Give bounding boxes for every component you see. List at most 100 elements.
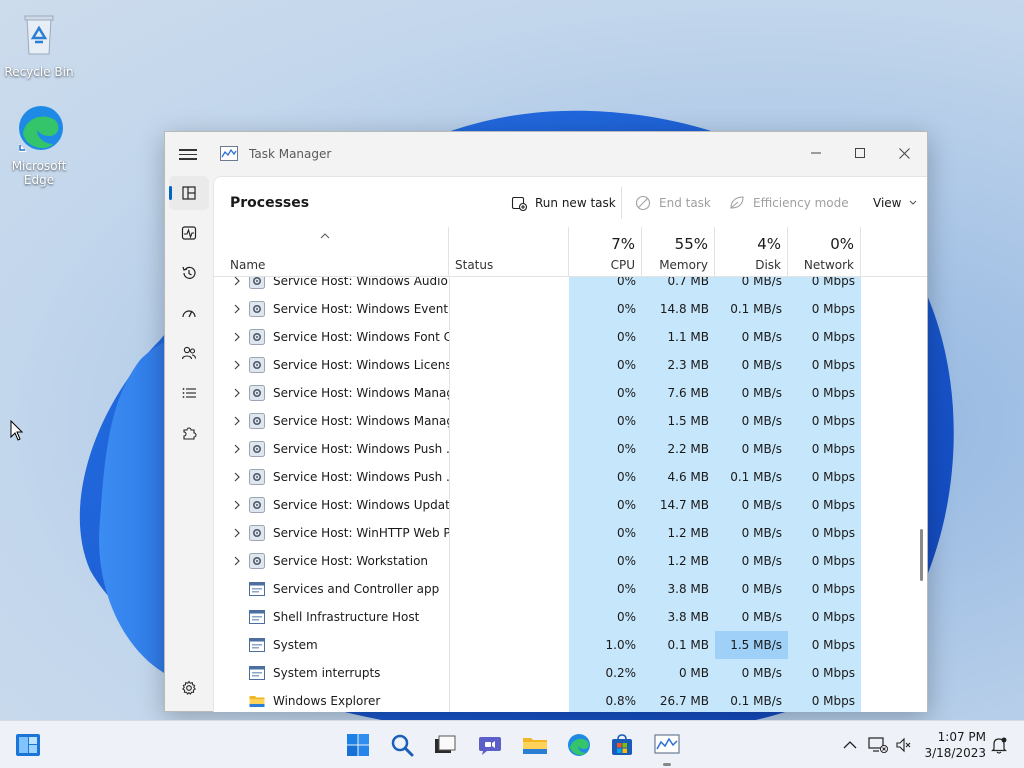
process-row[interactable]: Service Host: Windows Push ... 0% 4.6 MB 0.… (214, 463, 927, 491)
column-header-cpu[interactable]: 7% CPU (569, 227, 642, 277)
chevron-right-icon[interactable] (232, 304, 242, 314)
process-memory-value: 2.2 MB (642, 435, 715, 463)
title-bar[interactable]: Task Manager (165, 132, 927, 176)
chevron-right-icon[interactable] (232, 500, 242, 510)
edge-icon (19, 106, 63, 152)
process-row[interactable]: Service Host: Windows Update 0% 14.7 MB 0 M… (214, 491, 927, 519)
volume-button[interactable] (890, 731, 918, 759)
process-row[interactable]: Service Host: Windows Font C... 0% 1.1 MB 0… (214, 323, 927, 351)
memory-total-percent: 55% (674, 235, 708, 253)
task-view-button[interactable] (430, 731, 458, 759)
process-name: Shell Infrastructure Host (273, 610, 420, 624)
process-memory-value: 14.8 MB (642, 295, 715, 323)
performance-icon (181, 226, 197, 240)
nav-users[interactable] (169, 336, 209, 370)
vertical-scrollbar[interactable] (920, 529, 923, 581)
startup-gauge-icon (182, 310, 196, 318)
service-gear-icon (249, 553, 265, 569)
process-row[interactable]: Service Host: Windows Event ... 0% 14.8 MB… (214, 295, 927, 323)
hamburger-menu-icon[interactable] (179, 146, 197, 162)
column-header-memory[interactable]: 55% Memory (642, 227, 715, 277)
widgets-button[interactable] (14, 731, 42, 759)
nav-settings[interactable] (169, 671, 209, 705)
process-name: System interrupts (273, 666, 381, 680)
maximize-button[interactable] (837, 138, 883, 168)
run-new-task-button[interactable]: Run new task (511, 193, 616, 213)
nav-performance[interactable] (169, 216, 209, 250)
chat-button[interactable] (476, 731, 504, 759)
chevron-right-icon[interactable] (232, 360, 242, 370)
edge-button[interactable] (565, 731, 593, 759)
process-row[interactable]: System interrupts 0.2% 0 MB 0 MB/s 0 Mbps (214, 659, 927, 687)
chevron-right-icon[interactable] (232, 556, 242, 566)
show-hidden-icons-button[interactable] (836, 731, 864, 759)
nav-app-history[interactable] (169, 256, 209, 290)
process-row[interactable]: Service Host: Windows Manag... 0% 1.5 MB 0 … (214, 407, 927, 435)
app-window-icon (249, 666, 265, 680)
minimize-button[interactable] (793, 138, 839, 168)
column-header-disk[interactable]: 4% Disk (715, 227, 788, 277)
chevron-right-icon[interactable] (232, 332, 242, 342)
desktop-icon-recycle-bin[interactable]: Recycle Bin (1, 10, 77, 79)
process-memory-value: 1.5 MB (642, 407, 715, 435)
process-network-value: 0 Mbps (788, 463, 861, 491)
process-memory-value: 14.7 MB (642, 491, 715, 519)
close-button[interactable] (881, 138, 927, 168)
process-name: Service Host: Windows Font C... (273, 330, 449, 344)
desktop-icon-label: Recycle Bin (4, 65, 74, 79)
process-disk-value: 0 MB/s (715, 351, 788, 379)
process-cpu-value: 0% (569, 351, 642, 379)
process-disk-value: 0.1 MB/s (715, 463, 788, 491)
search-button[interactable] (388, 731, 416, 759)
process-disk-value: 0 MB/s (715, 519, 788, 547)
view-button[interactable]: View (873, 193, 917, 213)
service-gear-icon (249, 357, 265, 373)
app-window-icon (249, 638, 265, 652)
end-task-button[interactable]: End task (635, 193, 711, 213)
chevron-right-icon[interactable] (232, 472, 242, 482)
system-clock[interactable]: 1:07 PM 3/18/2023 (920, 729, 986, 761)
file-explorer-button[interactable] (521, 731, 549, 759)
process-row[interactable]: Service Host: Windows Manag... 0% 7.6 MB 0 … (214, 379, 927, 407)
nav-startup-apps[interactable] (169, 296, 209, 330)
desktop-icon-label: Microsoft Edge (11, 159, 67, 187)
process-cpu-value: 0% (569, 575, 642, 603)
process-row[interactable]: System 1.0% 0.1 MB 1.5 MB/s 0 Mbps (214, 631, 927, 659)
column-header-network[interactable]: 0% Network (788, 227, 861, 277)
chevron-right-icon[interactable] (232, 528, 242, 538)
volume-muted-icon (896, 737, 911, 753)
task-manager-app-icon (654, 734, 680, 754)
cpu-total-percent: 7% (611, 235, 635, 253)
process-row[interactable]: Windows Explorer 0.8% 26.7 MB 0.1 MB/s 0 Mbp… (214, 687, 927, 712)
chevron-right-icon[interactable] (232, 444, 242, 454)
process-disk-value: 0.1 MB/s (715, 295, 788, 323)
notification-button[interactable] (985, 731, 1013, 759)
process-row[interactable]: Service Host: WinHTTP Web P... 0% 1.2 MB 0 … (214, 519, 927, 547)
task-manager-taskbar-button[interactable] (653, 731, 681, 759)
nav-services[interactable] (169, 416, 209, 450)
network-button[interactable] (864, 731, 892, 759)
nav-details[interactable] (169, 376, 209, 410)
start-button[interactable] (344, 731, 372, 759)
process-row[interactable]: Services and Controller app 0% 3.8 MB 0 MB/… (214, 575, 927, 603)
store-button[interactable] (608, 731, 636, 759)
process-row[interactable]: Service Host: Windows Audio ... 0% 0.7 MB 0… (214, 277, 927, 295)
process-row[interactable]: Service Host: Windows Push ... 0% 2.2 MB 0 … (214, 435, 927, 463)
process-row[interactable]: Service Host: Windows Licens... 0% 2.3 MB 0… (214, 351, 927, 379)
chevron-right-icon[interactable] (232, 416, 242, 426)
chevron-right-icon[interactable] (232, 277, 242, 286)
process-row[interactable]: Service Host: Workstation 0% 1.2 MB 0 MB/s 0… (214, 547, 927, 575)
process-memory-value: 0.1 MB (642, 631, 715, 659)
process-row[interactable]: Shell Infrastructure Host 0% 3.8 MB 0 MB/s 0… (214, 603, 927, 631)
nav-processes[interactable] (169, 176, 209, 210)
process-name: Services and Controller app (273, 582, 440, 596)
efficiency-mode-button[interactable]: Efficiency mode (729, 193, 849, 213)
desktop-icon-microsoft-edge[interactable]: Microsoft Edge (1, 104, 77, 187)
process-disk-value: 0.1 MB/s (715, 687, 788, 712)
column-header-status[interactable]: Status (449, 227, 569, 277)
column-header-name[interactable]: Name (214, 227, 449, 277)
chevron-right-icon[interactable] (232, 388, 242, 398)
navigation-rail (165, 176, 213, 712)
process-memory-value: 0.7 MB (642, 277, 715, 295)
memory-label: Memory (659, 258, 708, 272)
